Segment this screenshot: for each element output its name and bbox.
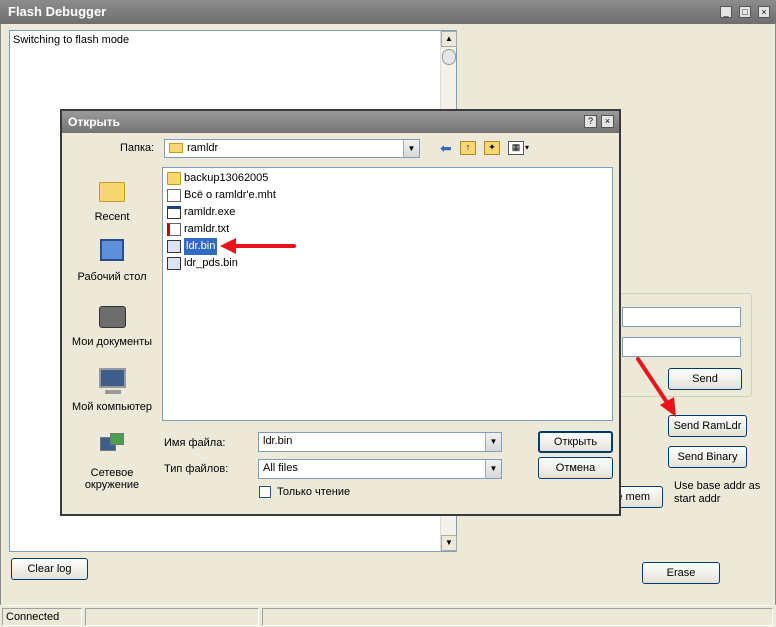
back-icon[interactable]: ⬅ [440,140,452,157]
place-desktop[interactable]: Рабочий стол [67,235,157,283]
place-my-documents[interactable]: Мои документы [67,300,157,348]
readonly-checkbox[interactable] [259,486,271,498]
file-list[interactable]: backup13062005 Всё о ramldr'e.mht ramldr… [162,167,613,421]
mht-file-icon [167,189,181,202]
scroll-thumb[interactable] [442,49,456,65]
chevron-down-icon[interactable]: ▼ [485,433,501,451]
chevron-down-icon[interactable]: ▼ [403,140,419,157]
status-cell-2 [85,608,259,626]
scroll-down-icon[interactable]: ▼ [441,535,457,551]
annotation-arrow-icon [636,357,676,417]
place-recent[interactable]: Recent [67,175,157,223]
erase-button[interactable]: Erase [642,562,720,584]
log-line: Switching to flash mode [13,34,130,46]
window-title: Flash Debugger [8,4,107,19]
close-button[interactable]: × [758,6,770,18]
status-connection: Connected [2,608,82,626]
my-documents-icon [96,300,128,332]
annotation-arrow-icon [220,238,296,254]
base-addr-note: Use base addr as start addr [674,480,761,505]
cancel-button[interactable]: Отмена [538,457,613,479]
folder-icon [169,143,183,154]
bin-file-icon [167,240,181,253]
place-label: Мои документы [71,336,153,348]
filetype-value: All files [263,462,298,474]
chevron-down-icon[interactable]: ▼ [485,460,501,478]
network-icon [96,431,128,463]
send-input-1[interactable] [622,307,741,327]
list-item[interactable]: Всё о ramldr'e.mht [167,187,276,204]
place-network[interactable]: Сетевое окружение [67,431,157,491]
up-folder-icon[interactable]: ↑ [460,141,476,155]
place-label: Recent [94,211,130,223]
my-computer-icon [96,365,128,397]
main-title-bar: Flash Debugger [0,0,776,24]
minimize-button[interactable]: _ [720,6,732,18]
folder-combo[interactable]: ramldr ▼ [164,139,420,158]
new-folder-icon[interactable]: ✦ [484,141,500,155]
maximize-button[interactable]: □ [739,6,751,18]
readonly-label: Только чтение [277,486,351,498]
folder-value: ramldr [187,142,219,154]
status-cell-3 [262,608,773,626]
place-my-computer[interactable]: Мой компьютер [67,365,157,413]
desktop-icon [96,235,128,267]
view-dropdown-icon[interactable]: ▾ [525,143,529,152]
place-label: Сетевое окружение [84,467,140,491]
scroll-up-icon[interactable]: ▲ [441,31,457,47]
folder-icon [167,172,181,185]
exe-file-icon [167,206,181,219]
dialog-title: Открыть [68,115,121,129]
txt-file-icon [167,223,181,236]
place-label: Мой компьютер [71,401,153,413]
place-label: Рабочий стол [77,271,147,283]
filename-label: Имя файла: [164,437,226,449]
send-input-2[interactable] [622,337,741,357]
filename-combo[interactable]: ldr.bin ▼ [258,432,502,452]
list-item-selected[interactable]: ldr.bin [167,238,218,255]
clear-log-button[interactable]: Clear log [11,558,88,580]
open-button[interactable]: Открыть [538,431,613,453]
open-file-dialog: Открыть ? × Папка: ramldr ▼ ⬅ ↑ ✦ ▦ ▾ Re… [60,109,621,516]
view-menu-icon[interactable]: ▦ [508,141,524,155]
send-binary-button[interactable]: Send Binary [668,446,747,468]
status-bar: Connected [0,605,776,627]
filetype-label: Тип файлов: [164,463,229,475]
dialog-close-button[interactable]: × [601,115,614,128]
list-item[interactable]: backup13062005 [167,170,268,187]
bin-file-icon [167,257,181,270]
filename-value: ldr.bin [263,435,293,447]
list-item[interactable]: ramldr.exe [167,204,235,221]
recent-folder-icon [96,175,128,207]
filetype-combo[interactable]: All files ▼ [258,459,502,479]
help-button[interactable]: ? [584,115,597,128]
dialog-title-bar: Открыть [62,111,619,133]
folder-label: Папка: [120,142,155,154]
